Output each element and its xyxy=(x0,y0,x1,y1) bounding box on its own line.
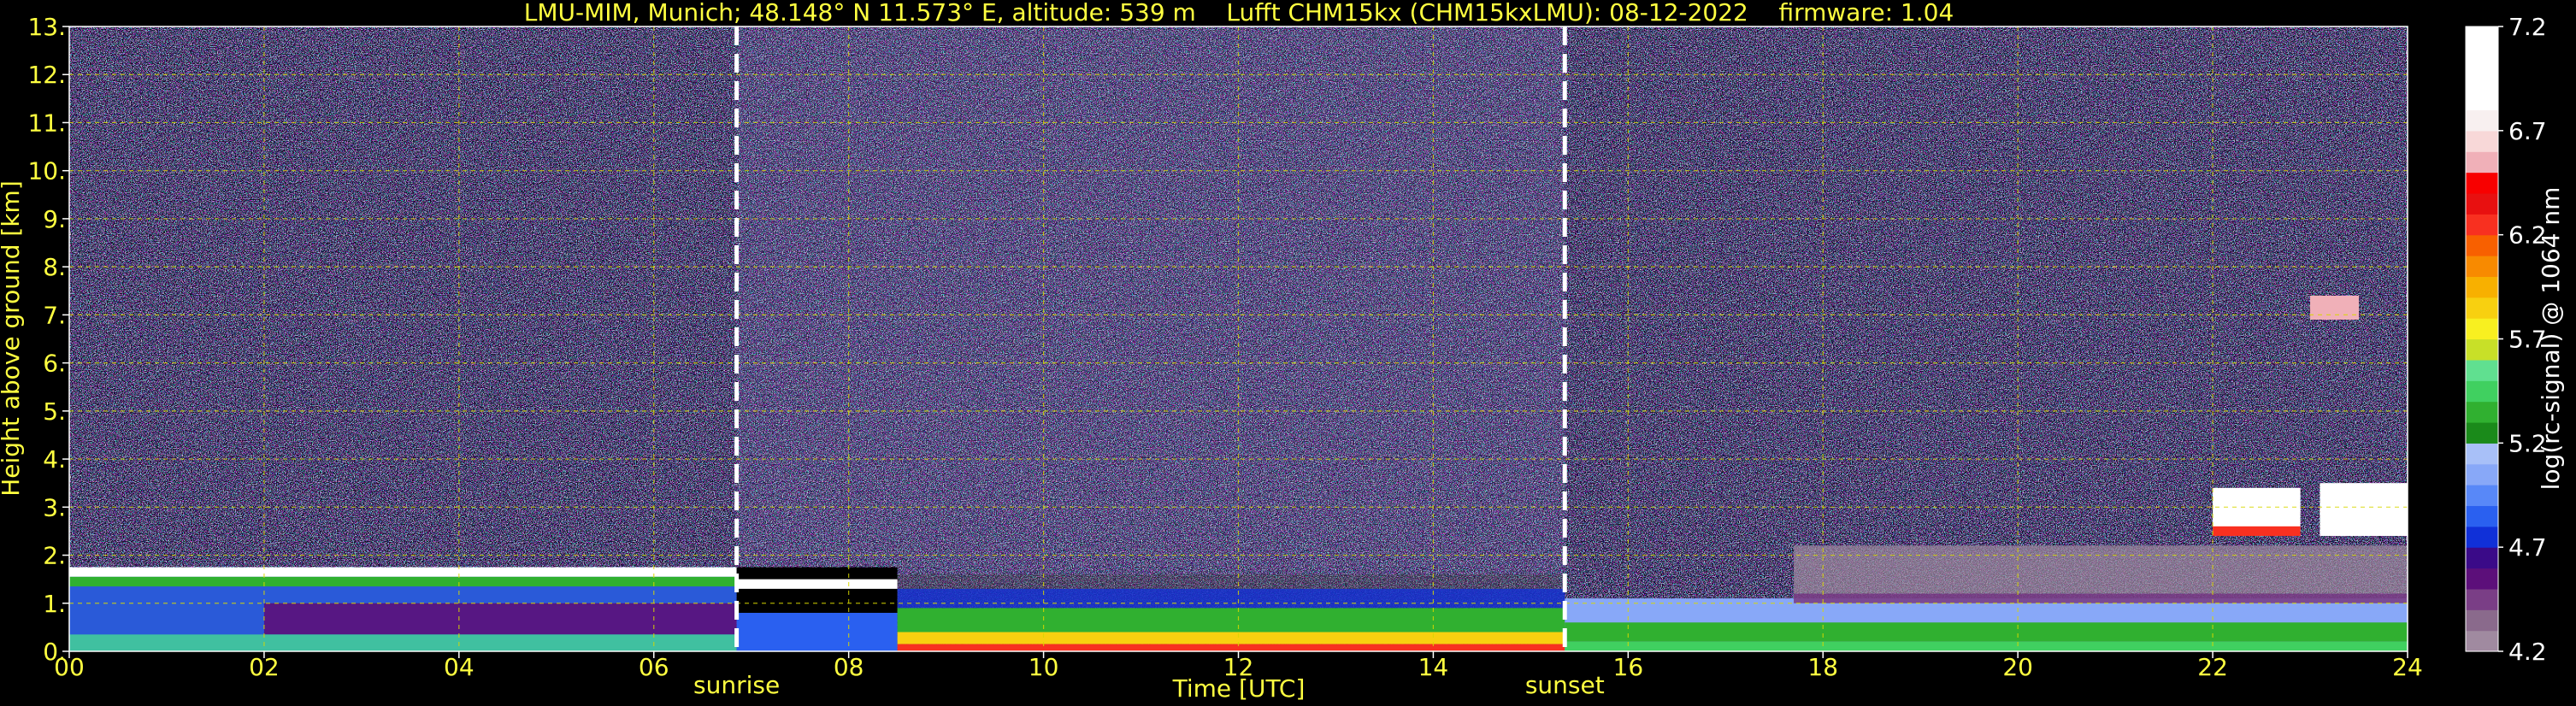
evening-haze xyxy=(1794,545,2408,594)
y-tick-label: 13. xyxy=(27,13,66,41)
colorbar-segment xyxy=(2466,26,2498,48)
y-axis-ticks: 0. 1. 2. 3. 4. 5. 6. 7. 8. 9. 10. 11. 12. 13. xyxy=(27,13,69,666)
colorbar-segment xyxy=(2466,526,2498,548)
evening-surface-band xyxy=(1565,641,2408,651)
y-tick-label: 3. xyxy=(43,493,66,521)
morning-layer-top xyxy=(736,579,898,589)
colorbar-segment xyxy=(2466,68,2498,90)
y-tick-label: 12. xyxy=(27,61,66,89)
x-tick-label: 16 xyxy=(1613,653,1644,681)
colorbar-segment xyxy=(2466,609,2498,632)
colorbar-segment xyxy=(2466,47,2498,69)
x-tick-label: 24 xyxy=(2392,653,2423,681)
y-tick-label: 8. xyxy=(43,253,66,281)
colorbar-segment xyxy=(2466,463,2498,485)
y-tick-label: 2. xyxy=(43,542,66,570)
colorbar-segment xyxy=(2466,630,2498,652)
colorbar-segment xyxy=(2466,130,2498,152)
colorbar-segment xyxy=(2466,256,2498,277)
cloud-low-1-edge xyxy=(2213,526,2301,537)
y-tick-label: 5. xyxy=(43,397,66,426)
y-tick-label: 0. xyxy=(43,638,66,666)
x-tick-label: 08 xyxy=(834,653,864,681)
y-axis-label: Height above ground [km] xyxy=(0,180,25,497)
day-green-layer xyxy=(897,608,1565,632)
y-tick-label: 1. xyxy=(43,590,66,618)
y-tick-label: 7. xyxy=(43,301,66,329)
colorbar: 4.24.75.25.76.26.77.2 xyxy=(2465,13,2547,666)
cloud-low-2 xyxy=(2320,483,2408,537)
colorbar-segment xyxy=(2466,338,2498,361)
colorbar-label: log(rc-signal) @ 1064 nm xyxy=(2537,187,2565,491)
colorbar-segment xyxy=(2466,172,2498,194)
day-yellow-layer xyxy=(897,632,1565,644)
cloud-high xyxy=(2310,295,2360,321)
y-tick-label: 9. xyxy=(43,205,66,233)
colorbar-segment xyxy=(2466,443,2498,465)
ceilometer-figure: LMU-MIM, Munich; 48.148° N 11.573° E, al… xyxy=(0,0,2565,703)
x-tick-label: 02 xyxy=(249,653,280,681)
morning-layer xyxy=(736,613,898,651)
colorbar-tick-label: 4.2 xyxy=(2508,638,2547,666)
x-axis-label: Time [UTC] xyxy=(1172,674,1306,703)
y-tick-label: 6. xyxy=(43,350,66,378)
x-tick-label: 22 xyxy=(2197,653,2228,681)
colorbar-segment xyxy=(2466,276,2498,298)
colorbar-segment xyxy=(2466,547,2498,569)
cloud-low-1 xyxy=(2213,487,2301,532)
night-purple-core xyxy=(263,603,737,635)
night-surface-layer xyxy=(69,634,737,651)
colorbar-tick-label: 6.7 xyxy=(2508,117,2547,145)
day-surface-red xyxy=(897,644,1565,651)
sunrise-label: sunrise xyxy=(693,671,780,699)
colorbar-segment xyxy=(2466,568,2498,590)
colorbar-segment xyxy=(2466,318,2498,340)
x-tick-label: 10 xyxy=(1029,653,1059,681)
colorbar-segment xyxy=(2466,485,2498,507)
evening-purple-band xyxy=(1794,593,2408,603)
x-tick-label: 20 xyxy=(2002,653,2033,681)
colorbar-segment xyxy=(2466,89,2498,111)
colorbar-segment xyxy=(2466,359,2498,381)
colorbar-segment xyxy=(2466,214,2498,236)
y-tick-label: 10. xyxy=(27,157,66,185)
night-green-band xyxy=(69,576,737,587)
colorbar-segment xyxy=(2466,401,2498,423)
colorbar-segment xyxy=(2466,192,2498,215)
day-aerosol-layer xyxy=(897,588,1565,609)
y-tick-label: 11. xyxy=(27,109,66,137)
morning-gap xyxy=(736,567,898,614)
colorbar-tick-label: 4.7 xyxy=(2508,533,2547,562)
colorbar-segment xyxy=(2466,297,2498,319)
colorbar-segment xyxy=(2466,380,2498,403)
x-tick-label: 18 xyxy=(1807,653,1838,681)
x-tick-label: 04 xyxy=(444,653,475,681)
evening-green-band xyxy=(1565,622,2408,642)
chart-title: LMU-MIM, Munich; 48.148° N 11.573° E, al… xyxy=(524,0,1954,26)
colorbar-segment xyxy=(2466,421,2498,444)
x-tick-label: 06 xyxy=(639,653,669,681)
night-layer-top xyxy=(69,567,737,577)
colorbar-segment xyxy=(2466,151,2498,174)
colorbar-segment xyxy=(2466,588,2498,610)
y-tick-label: 4. xyxy=(43,445,66,474)
colorbar-segment xyxy=(2466,109,2498,132)
colorbar-segment xyxy=(2466,505,2498,527)
colorbar-tick-label: 7.2 xyxy=(2508,13,2547,41)
x-tick-label: 14 xyxy=(1418,653,1449,681)
colorbar-segment xyxy=(2466,234,2498,256)
sunset-label: sunset xyxy=(1525,671,1605,699)
